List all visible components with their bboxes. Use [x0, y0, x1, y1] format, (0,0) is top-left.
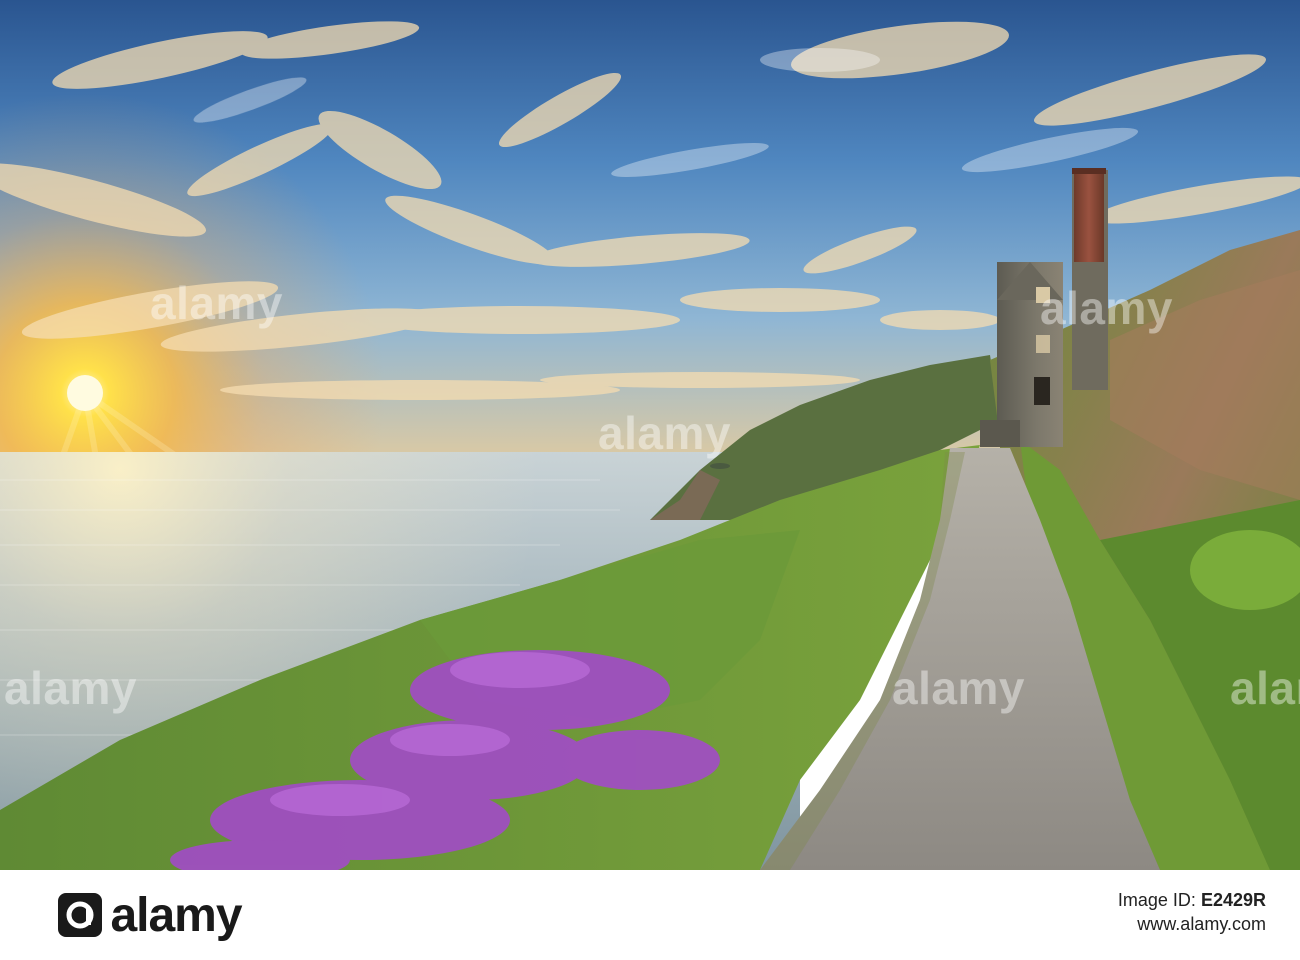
image-id-label: Image ID:: [1117, 890, 1196, 910]
brand-name: alamy: [110, 888, 242, 942]
image-footer: alamy Image ID: E2429R www.alamy.com: [0, 870, 1300, 960]
image-id-line: Image ID: E2429R: [946, 888, 1266, 912]
image-id-value: E2429R: [1200, 890, 1266, 910]
image-info: Image ID: E2429R www.alamy.com: [946, 888, 1266, 936]
brand-logo[interactable]: alamy: [0, 880, 300, 950]
landscape-photo: [0, 0, 1300, 870]
alamy-logo-icon: [58, 893, 103, 937]
image-frame: alamy alamy alamy alamy alamy alamy alam…: [0, 0, 1300, 960]
site-url[interactable]: www.alamy.com: [946, 912, 1266, 936]
